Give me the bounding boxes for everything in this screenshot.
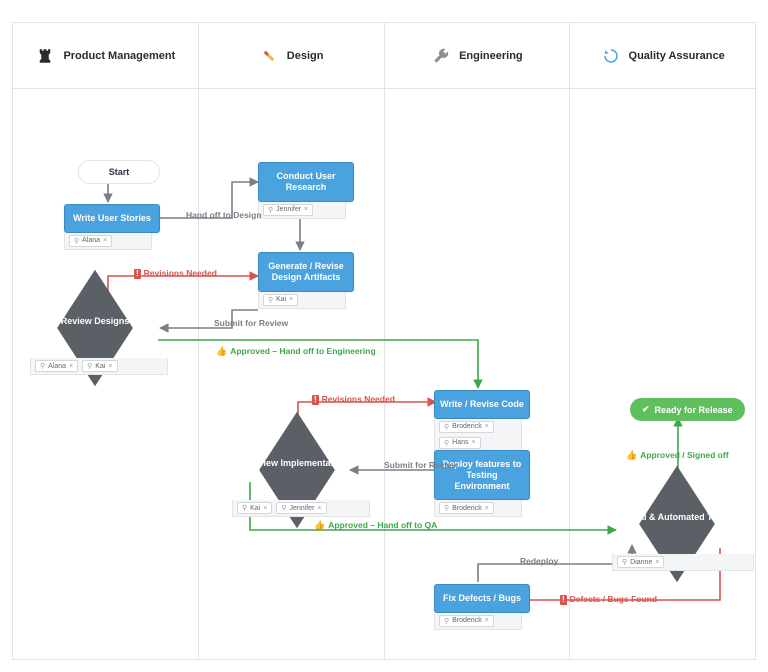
close-icon[interactable]: × [263, 505, 267, 512]
end-label: Ready for Release [655, 405, 733, 415]
close-icon[interactable]: × [304, 206, 308, 213]
person-icon: ⚲ [74, 237, 79, 245]
diamond-shape: Review Implementation [232, 442, 362, 498]
assignee-chip[interactable]: ⚲Kai× [263, 294, 298, 306]
task-box: Write User Stories [64, 204, 160, 233]
close-icon[interactable]: × [471, 439, 475, 446]
person-icon: ⚲ [444, 617, 449, 625]
person-icon: ⚲ [281, 504, 286, 512]
alert-icon: ! [312, 395, 319, 405]
person-icon: ⚲ [40, 362, 45, 370]
check-icon: ✔ [642, 404, 650, 415]
swimlane-canvas: Product Management Design Engineering Qu… [0, 0, 768, 672]
person-icon: ⚲ [268, 296, 273, 304]
task-fix-defects[interactable]: Fix Defects / Bugs ⚲Broderick× [434, 584, 522, 630]
decision-label: Manual & Automated Testing [612, 496, 742, 522]
assignee-chip[interactable]: ⚲Kai× [237, 502, 272, 514]
assignee-chip[interactable]: ⚲Broderick× [439, 502, 494, 514]
assignee-row: ⚲Broderick× [434, 613, 522, 630]
task-box: Generate / Revise Design Artifacts [258, 252, 354, 292]
edge-label-submit-review: Submit for Review [214, 318, 288, 328]
decision-label: Review Designs [30, 300, 160, 326]
task-box: Write / Revise Code [434, 390, 530, 419]
close-icon[interactable]: × [317, 505, 321, 512]
edge-label-approved-signedoff: 👍Approved / Signed off [626, 450, 729, 461]
person-icon: ⚲ [87, 362, 92, 370]
close-icon[interactable]: × [103, 237, 107, 244]
person-icon: ⚲ [444, 423, 449, 431]
assignee-chip[interactable]: ⚲Broderick× [439, 615, 494, 627]
assignee-row: ⚲Broderick× ⚲Hans× [434, 419, 522, 452]
decision-manual-testing[interactable]: Manual & Automated Testing ⚲Dianne× [612, 496, 754, 571]
task-box: Fix Defects / Bugs [434, 584, 530, 613]
alert-icon: ! [560, 595, 567, 605]
close-icon[interactable]: × [485, 423, 489, 430]
thumb-up-icon: 👍 [216, 346, 227, 357]
edge-label-revisions-needed: !Revisions Needed [134, 268, 217, 279]
task-box: Conduct User Research [258, 162, 354, 202]
person-icon: ⚲ [268, 206, 273, 214]
alert-icon: ! [134, 269, 141, 279]
assignee-row: ⚲Kai× ⚲Jennifer× [232, 500, 370, 517]
assignee-chip[interactable]: ⚲Alana× [35, 360, 78, 372]
assignee-row: ⚲Alana× ⚲Kai× [30, 358, 168, 375]
edge-label-revisions-needed2: !Revisions Needed [312, 394, 395, 405]
diamond-shape: Manual & Automated Testing [612, 496, 742, 552]
task-conduct-research[interactable]: Conduct User Research ⚲Jennifer× [258, 162, 346, 219]
thumb-up-icon: 👍 [626, 450, 637, 461]
person-icon: ⚲ [242, 504, 247, 512]
close-icon[interactable]: × [485, 617, 489, 624]
close-icon[interactable]: × [485, 505, 489, 512]
task-box: Deploy features to Testing Environment [434, 450, 530, 500]
assignee-chip[interactable]: ⚲Alana× [69, 235, 112, 247]
assignee-row: ⚲Alana× [64, 233, 152, 250]
assignee-chip[interactable]: ⚲Dianne× [617, 556, 664, 568]
person-icon: ⚲ [444, 504, 449, 512]
assignee-row: ⚲Jennifer× [258, 202, 346, 219]
edge-label-defects-found: !Defects / Bugs Found [560, 594, 657, 605]
decision-label: Review Implementation [232, 442, 362, 468]
edge-label-submit-review2: Submit for Review [384, 460, 458, 470]
assignee-row: ⚲Broderick× [434, 500, 522, 517]
diamond-shape: Review Designs [30, 300, 160, 356]
task-write-code[interactable]: Write / Revise Code ⚲Broderick× ⚲Hans× [434, 390, 522, 452]
task-generate-artifacts[interactable]: Generate / Revise Design Artifacts ⚲Kai× [258, 252, 346, 309]
close-icon[interactable]: × [289, 296, 293, 303]
close-icon[interactable]: × [655, 559, 659, 566]
edge-label-approved-eng: 👍Approved – Hand off to Engineering [216, 346, 376, 357]
thumb-up-icon: 👍 [314, 520, 325, 531]
start-node: Start [78, 160, 160, 184]
edge-label-redeploy: Redeploy [520, 556, 558, 566]
assignee-chip[interactable]: ⚲Broderick× [439, 421, 494, 433]
task-write-stories[interactable]: Write User Stories ⚲Alana× [64, 204, 152, 250]
assignee-chip[interactable]: ⚲Jennifer× [263, 204, 313, 216]
decision-review-designs[interactable]: Review Designs ⚲Alana× ⚲Kai× [30, 300, 168, 375]
person-icon: ⚲ [444, 439, 449, 447]
assignee-chip[interactable]: ⚲Kai× [82, 360, 117, 372]
close-icon[interactable]: × [69, 363, 73, 370]
person-icon: ⚲ [622, 558, 627, 566]
assignee-chip[interactable]: ⚲Hans× [439, 437, 481, 449]
assignee-row: ⚲Dianne× [612, 554, 754, 571]
end-node: ✔ Ready for Release [630, 398, 745, 421]
decision-review-impl[interactable]: Review Implementation ⚲Kai× ⚲Jennifer× [232, 442, 370, 517]
assignee-chip[interactable]: ⚲Jennifer× [276, 502, 326, 514]
edge-label-approved-qa: 👍Approved – Hand off to QA [314, 520, 437, 531]
start-label: Start [109, 167, 130, 177]
edge-label-handoff-design: Hand off to Design [186, 210, 262, 220]
assignee-row: ⚲Kai× [258, 292, 346, 309]
close-icon[interactable]: × [108, 363, 112, 370]
